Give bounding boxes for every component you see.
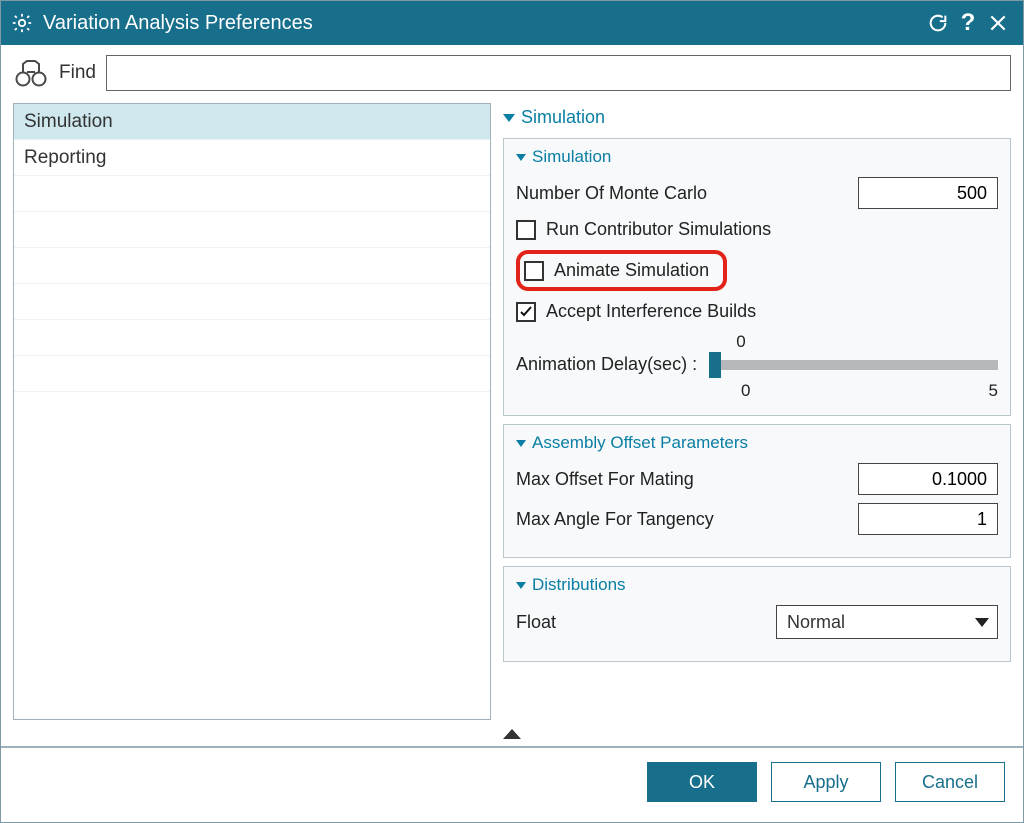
row-max-tangency: Max Angle For Tangency xyxy=(516,503,998,535)
checkbox-box xyxy=(524,261,544,281)
checkbox-label: Run Contributor Simulations xyxy=(546,219,771,240)
input-max-tangency[interactable] xyxy=(858,503,998,535)
chevron-down-icon xyxy=(516,440,526,447)
panel-assembly-offset: Assembly Offset Parameters Max Offset Fo… xyxy=(503,424,1011,558)
checkbox-accept-interference[interactable]: Accept Interference Builds xyxy=(516,301,998,322)
checkbox-box xyxy=(516,302,536,322)
nav-blank xyxy=(14,320,490,356)
gear-icon xyxy=(11,12,33,34)
slider-min: 0 xyxy=(741,381,750,401)
chevron-down-icon xyxy=(516,582,526,589)
nav-blank xyxy=(14,176,490,212)
ok-button[interactable]: OK xyxy=(647,762,757,802)
label-max-offset: Max Offset For Mating xyxy=(516,469,694,490)
nav-item-reporting[interactable]: Reporting xyxy=(14,140,490,176)
row-monte-carlo: Number Of Monte Carlo xyxy=(516,177,998,209)
label-max-tangency: Max Angle For Tangency xyxy=(516,509,714,530)
input-monte-carlo[interactable] xyxy=(858,177,998,209)
caret-down-icon xyxy=(975,618,989,627)
close-button[interactable] xyxy=(983,13,1013,33)
body: Simulation Reporting Simulation Simulati… xyxy=(1,97,1023,724)
cancel-button[interactable]: Cancel xyxy=(895,762,1005,802)
title-bar: Variation Analysis Preferences ? xyxy=(1,1,1023,45)
input-max-offset[interactable] xyxy=(858,463,998,495)
checkbox-box xyxy=(516,220,536,240)
slider-current-value: 0 xyxy=(729,332,753,352)
slider-max: 5 xyxy=(989,381,998,401)
find-label: Find xyxy=(59,62,96,84)
section-simulation[interactable]: Simulation xyxy=(503,103,1011,130)
dialog-title: Variation Analysis Preferences xyxy=(43,12,923,35)
group-simulation[interactable]: Simulation xyxy=(516,147,998,167)
nav-blank xyxy=(14,356,490,392)
find-input[interactable] xyxy=(106,55,1011,91)
highlight-animate-simulation: Animate Simulation xyxy=(516,250,727,291)
reset-button[interactable] xyxy=(923,12,953,34)
help-button[interactable]: ? xyxy=(953,9,983,37)
label-animation-delay: Animation Delay(sec) : xyxy=(516,354,697,375)
row-animation-delay: 0 Animation Delay(sec) : 0 5 xyxy=(516,332,998,401)
select-float[interactable]: Normal xyxy=(776,605,998,639)
settings-pane: Simulation Simulation Number Of Monte Ca… xyxy=(503,103,1011,720)
nav-item-simulation[interactable]: Simulation xyxy=(14,104,490,140)
slider-range-labels: 0 5 xyxy=(741,381,998,401)
label-monte-carlo: Number Of Monte Carlo xyxy=(516,183,707,204)
row-float: Float Normal xyxy=(516,605,998,639)
group-title-text: Assembly Offset Parameters xyxy=(532,433,748,453)
panel-simulation: Simulation Number Of Monte Carlo Run Con… xyxy=(503,138,1011,416)
slider-value-label: 0 xyxy=(741,332,998,352)
group-assembly-offset[interactable]: Assembly Offset Parameters xyxy=(516,433,998,453)
chevron-up-icon xyxy=(503,729,521,739)
checkbox-animate-simulation[interactable]: Animate Simulation xyxy=(524,260,709,281)
chevron-down-icon xyxy=(503,114,515,122)
label-float: Float xyxy=(516,612,556,633)
group-distributions[interactable]: Distributions xyxy=(516,575,998,595)
panel-distributions: Distributions Float Normal xyxy=(503,566,1011,662)
select-float-value: Normal xyxy=(787,612,845,633)
nav-blank xyxy=(14,212,490,248)
dialog-footer: OK Apply Cancel xyxy=(1,746,1023,822)
category-list: Simulation Reporting xyxy=(13,103,491,720)
section-title-text: Simulation xyxy=(521,107,605,128)
binoculars-icon xyxy=(13,55,49,91)
checkbox-label: Animate Simulation xyxy=(554,260,709,281)
group-title-text: Simulation xyxy=(532,147,611,167)
group-title-text: Distributions xyxy=(532,575,626,595)
preferences-dialog: Variation Analysis Preferences ? Find Si… xyxy=(0,0,1024,823)
slider-animation-delay[interactable] xyxy=(709,360,998,370)
chevron-down-icon xyxy=(516,154,526,161)
nav-blank xyxy=(14,284,490,320)
slider-thumb[interactable] xyxy=(709,352,721,378)
checkbox-run-contributor[interactable]: Run Contributor Simulations xyxy=(516,219,998,240)
collapse-handle[interactable] xyxy=(1,724,1023,746)
row-max-offset: Max Offset For Mating xyxy=(516,463,998,495)
apply-button[interactable]: Apply xyxy=(771,762,881,802)
nav-blank xyxy=(14,248,490,284)
checkbox-label: Accept Interference Builds xyxy=(546,301,756,322)
find-row: Find xyxy=(1,45,1023,97)
